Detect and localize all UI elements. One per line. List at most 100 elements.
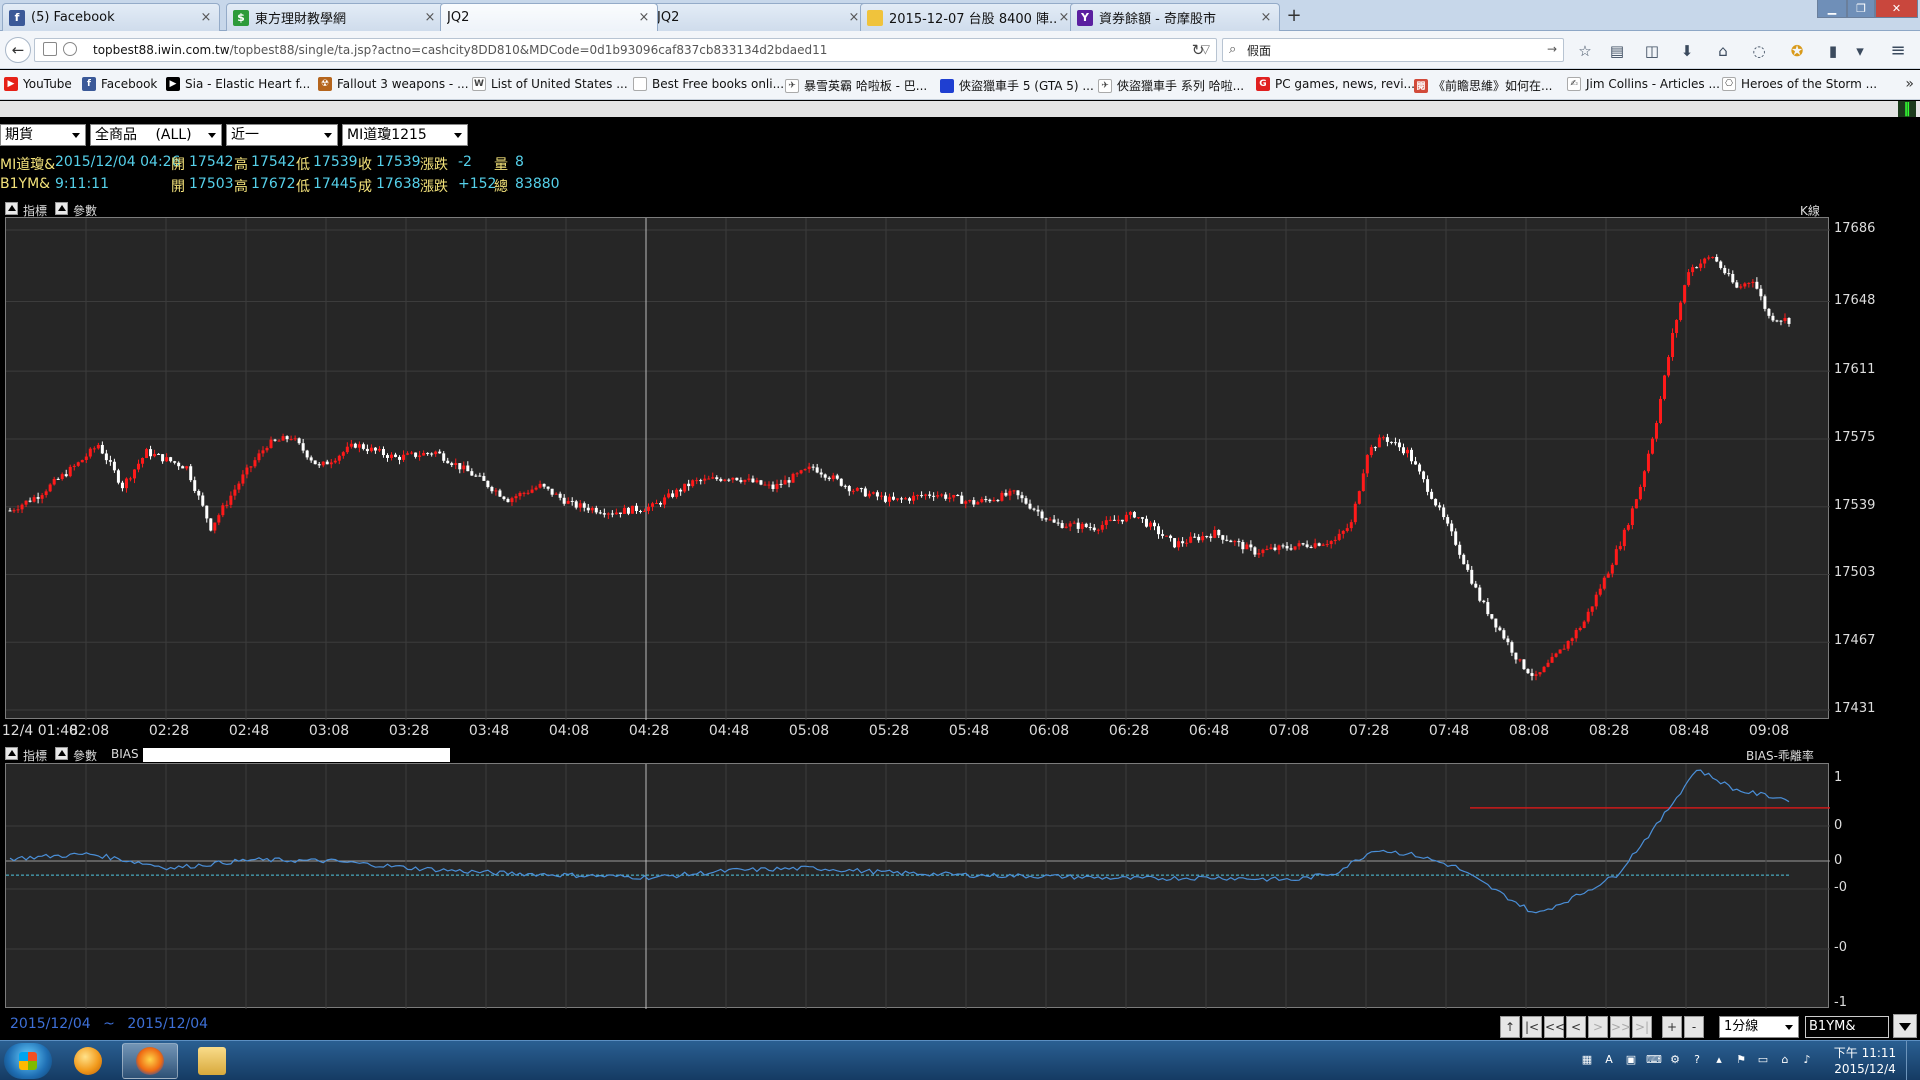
help-icon[interactable]: ? [1690,1053,1704,1067]
tray-app-icon[interactable]: ▦ [1580,1053,1594,1067]
candle [514,493,518,503]
chart-nav-button-5[interactable]: > [1588,1016,1608,1038]
bookmark-item[interactable]: ▶ YouTube [4,77,72,91]
pocket-icon[interactable]: ◫ [1642,41,1662,61]
tab-close-icon[interactable]: × [847,10,861,25]
bias-tick: 0 [1834,818,1843,833]
symbol-input[interactable]: B1YM& [1805,1016,1889,1038]
bookmark-item[interactable]: W List of United States ... [472,77,628,91]
taskbar-app-orb[interactable] [60,1043,116,1079]
tab-close-icon[interactable]: × [637,10,651,25]
chart-nav-button-4[interactable]: < [1566,1016,1586,1038]
show-desktop-button[interactable] [1906,1041,1920,1080]
indicator-label[interactable]: 指標 [23,747,47,764]
bookmarks-overflow-icon[interactable]: » [1905,76,1914,92]
bookmark-item[interactable]: 閱《前瞻思維》如何在... [1414,77,1552,94]
new-tab-button[interactable]: + [1283,6,1305,28]
bookmark-item[interactable]: ☢ Fallout 3 weapons - ... [318,77,469,91]
chart-nav-button-6[interactable]: >> [1610,1016,1631,1038]
start-button[interactable] [4,1043,52,1079]
chart-nav-button-8[interactable]: + [1662,1016,1682,1038]
indicator-toggle-button[interactable] [5,747,18,760]
address-bar[interactable]: topbest88.iwin.com.tw/topbest88/single/t… [34,38,1217,62]
candle [398,455,402,465]
taskbar-clock[interactable]: 下午 11:11 2015/12/4 [1830,1045,1900,1077]
param-label[interactable]: 參數 [73,747,97,764]
chart-nav-button-2[interactable]: |< [1522,1016,1542,1038]
kline-chart[interactable] [6,218,1830,720]
site-identity[interactable] [43,42,77,56]
reload-icon[interactable]: ↻ [1186,39,1210,61]
chat-icon[interactable]: ◌ [1749,41,1769,61]
search-go-icon[interactable]: → [1547,42,1557,56]
bookmarks-menu-icon[interactable]: ▤ [1607,41,1627,61]
scroll-down-button[interactable] [1893,1014,1917,1038]
windows-flag-icon[interactable]: ⚑ [1734,1053,1748,1067]
tab-1[interactable]: f (5) Facebook × [2,3,220,31]
bias-chart-panel[interactable] [5,763,1830,1009]
candle [1016,490,1020,500]
kline-chart-panel[interactable] [5,217,1830,720]
candle [301,438,305,454]
tab-4[interactable]: JQ2 × [650,3,868,31]
indicator-toggle-button[interactable] [5,202,18,215]
range-select[interactable]: 近一 [226,124,338,146]
bookmark-item[interactable]: ⎔ Heroes of the Storm ... [1722,77,1877,91]
bookmark-item[interactable]: ▶ Sia - Elastic Heart f... [166,77,310,91]
tab-5[interactable]: 2015-12-07 台股 8400 陣... × [860,3,1078,31]
candle [630,505,634,514]
tray-arrow-icon[interactable]: ▴ [1712,1053,1726,1067]
display-icon[interactable]: ▭ [1756,1053,1770,1067]
tray-keyboard-icon[interactable]: ⌨ [1646,1053,1662,1067]
param-toggle-button[interactable] [55,747,68,760]
symbol-select[interactable]: MI道瓊1215 [342,124,468,146]
tab-close-icon[interactable]: × [199,10,213,25]
chart-nav-button-9[interactable]: - [1684,1016,1704,1038]
tab-2[interactable]: $ 東方理財教學網 × [226,3,444,31]
taskbar-app-firefox[interactable] [122,1043,178,1079]
back-button[interactable]: ← [5,37,31,63]
home-icon[interactable]: ⌂ [1713,41,1733,61]
clipboard-icon[interactable]: ▮ [1823,41,1843,61]
market-select[interactable]: 期貨 [0,124,86,146]
ime-icon[interactable]: A [1602,1053,1616,1067]
minimize-button[interactable]: ▁ [1817,0,1847,18]
overflow-chevron-icon[interactable]: ▾ [1850,41,1870,61]
tray-window-icon[interactable]: ▣ [1624,1053,1638,1067]
hamburger-menu-icon[interactable]: ≡ [1888,41,1908,61]
bookmark-item[interactable]: G PC games, news, revi... [1256,77,1415,91]
bookmark-item[interactable]: Best Free books onli... [633,77,784,91]
downloads-icon[interactable]: ⬇ [1677,41,1697,61]
maximize-button[interactable]: ❐ [1847,0,1875,18]
candle [1530,668,1534,681]
bookmark-item[interactable]: ✈ 俠盜獵車手 系列 哈啦... [1098,77,1244,94]
candle [181,465,185,469]
bookmark-item[interactable]: ✈ 暴雪英霸 哈啦板 - 巴... [785,77,927,94]
tray-tools-icon[interactable]: ⚙ [1668,1053,1682,1067]
chart-nav-button-1[interactable]: ↑ [1500,1016,1520,1038]
network-icon[interactable]: ⌂ [1778,1053,1792,1067]
product-select[interactable]: 全商品 (ALL) [90,124,222,146]
tab-close-icon[interactable]: × [423,10,437,25]
period-select[interactable]: 1分線 [1719,1016,1799,1038]
chart-nav-button-7[interactable]: >| [1632,1016,1652,1038]
tab-6[interactable]: Y 資券餘額 - 奇摩股市 × [1070,3,1280,31]
bias-chart[interactable] [6,764,1830,1009]
taskbar-app-explorer[interactable] [184,1043,240,1079]
candle [1209,533,1213,542]
tab-close-icon[interactable]: × [1259,10,1273,25]
extension-badge-icon[interactable]: ✪ [1787,41,1807,61]
close-window-button[interactable]: ✕ [1875,0,1918,18]
param-toggle-button[interactable] [55,202,68,215]
tab-close-icon[interactable]: × [1057,10,1071,25]
chart-nav-button-3[interactable]: << [1544,1016,1565,1038]
candle [647,503,651,515]
candle [1602,575,1606,591]
bookmark-item[interactable]: 俠盜獵車手 5 (GTA 5) ... [940,77,1094,94]
bookmark-item[interactable]: f Facebook [82,77,157,91]
bookmark-item[interactable]: ✍ Jim Collins - Articles ... [1567,77,1720,91]
bookmark-star-icon[interactable]: ☆ [1575,41,1595,61]
volume-icon[interactable]: ♪ [1800,1053,1814,1067]
search-box[interactable]: ⌕ 假面 → [1222,38,1564,62]
tab-3[interactable]: JQ2 × [440,3,658,31]
